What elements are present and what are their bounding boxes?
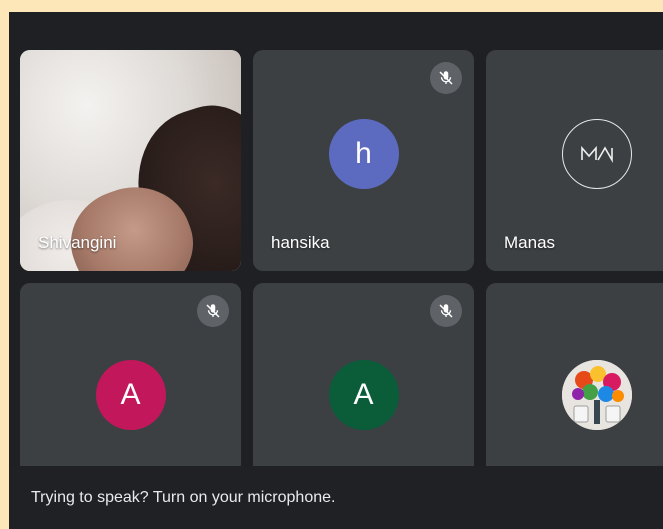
- participant-name: Shivangini: [38, 233, 117, 252]
- meeting-window: Shivangini h hansika Manas A A Trying to…: [9, 12, 663, 529]
- participant-name: hansika: [271, 233, 330, 252]
- avatar: h: [328, 118, 399, 189]
- mic-off-icon: [430, 62, 462, 94]
- participant-name: Manas: [504, 233, 556, 252]
- avatar: A: [328, 360, 399, 430]
- avatar-photo: [561, 360, 632, 430]
- banner-text: Trying to speak? Turn on your microphone…: [31, 488, 336, 506]
- avatar-logo: [561, 118, 632, 189]
- mic-off-icon: [430, 295, 462, 327]
- participant-tile[interactable]: A: [20, 283, 241, 483]
- participant-tile[interactable]: A: [253, 283, 474, 483]
- avatar: A: [95, 360, 166, 430]
- participant-tile[interactable]: [486, 283, 663, 483]
- microphone-hint-banner[interactable]: Trying to speak? Turn on your microphone…: [9, 466, 663, 529]
- participant-tile-manas[interactable]: Manas: [486, 50, 663, 271]
- participant-tile-shivangini[interactable]: Shivangini: [20, 50, 241, 271]
- participant-tile-hansika[interactable]: h hansika: [253, 50, 474, 271]
- mic-off-icon: [197, 295, 229, 327]
